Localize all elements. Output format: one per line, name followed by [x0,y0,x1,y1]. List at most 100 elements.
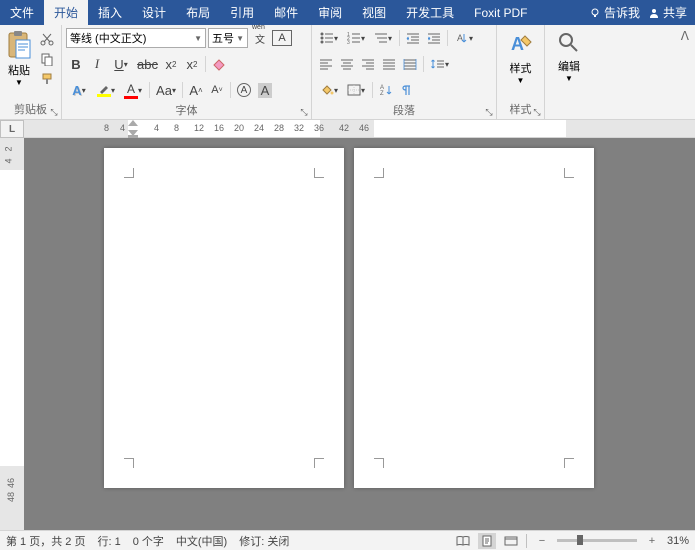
page-2[interactable] [354,148,594,488]
zoom-slider[interactable] [557,539,637,542]
tab-review[interactable]: 审阅 [308,0,352,25]
horizontal-ruler[interactable]: 8 4 4 8 12 16 20 24 28 32 36 42 46 [24,120,695,137]
distributed-button[interactable] [400,54,420,74]
ribbon: 粘贴 ▼ 剪贴板 ⤡ 等线 (中文正文)▼ 五号▼ 文wén A B I [0,25,695,120]
line-spacing-button[interactable]: ▾ [427,54,453,74]
paste-button[interactable]: 粘贴 ▼ [4,28,34,89]
numbering-button[interactable]: 123▾ [343,28,369,48]
group-editing: 编辑 ▼ [545,25,593,119]
chevron-down-icon: ▾ [361,86,365,95]
shading-button[interactable]: ▾ [316,80,342,100]
tab-home[interactable]: 开始 [44,0,88,25]
svg-text:A: A [457,33,463,43]
grow-font-button[interactable]: A˄ [186,80,206,100]
share-button[interactable]: 共享 [648,4,687,21]
tab-file[interactable]: 文件 [0,0,44,25]
clear-formatting-button[interactable] [209,54,229,74]
language-status[interactable]: 中文(中国) [176,533,227,549]
show-marks-button[interactable] [397,80,417,100]
clipboard-launcher[interactable]: ⤡ [49,107,59,117]
word-count[interactable]: 0 个字 [133,533,164,549]
crop-mark [374,458,384,468]
multilevel-icon [374,32,388,44]
copy-button[interactable] [37,50,57,68]
tab-insert[interactable]: 插入 [88,0,132,25]
editing-button[interactable]: 编辑 ▼ [554,28,584,118]
print-layout-button[interactable] [478,533,496,549]
person-icon [648,7,660,19]
web-layout-button[interactable] [502,533,520,549]
italic-button[interactable]: I [87,54,107,74]
multilevel-list-button[interactable]: ▾ [370,28,396,48]
page-1[interactable] [104,148,344,488]
font-size-select[interactable]: 五号▼ [208,28,248,48]
zoom-out-button[interactable]: − [533,533,551,549]
cut-button[interactable] [37,30,57,48]
borders-icon [347,84,361,96]
bold-button[interactable]: B [66,54,86,74]
read-mode-button[interactable] [454,533,472,549]
align-right-button[interactable] [358,54,378,74]
strikethrough-button[interactable]: abc [135,54,160,74]
crop-mark [564,458,574,468]
underline-button[interactable]: U ▾ [108,54,134,74]
zoom-level[interactable]: 31% [667,535,689,547]
tab-developer[interactable]: 开发工具 [396,0,464,25]
line-status[interactable]: 行: 1 [97,533,120,549]
paragraph-launcher[interactable]: ⤡ [484,107,494,117]
enclose-characters-button[interactable]: A [234,80,254,100]
align-justify-button[interactable] [379,54,399,74]
track-changes-status[interactable]: 修订: 关闭 [239,533,289,549]
vertical-ruler[interactable]: 2 4 4 6 8 10 12 14 16 18 20 22 24 26 28 … [0,138,24,530]
chevron-down-icon: ▾ [334,34,338,43]
tab-layout[interactable]: 布局 [176,0,220,25]
separator [447,30,448,46]
change-case-button[interactable]: Aa▾ [153,80,179,100]
tell-me-button[interactable]: 告诉我 [589,4,640,21]
tab-selector[interactable]: L [0,120,24,138]
subscript-button[interactable]: x2 [161,54,181,74]
svg-text:Z: Z [380,91,384,96]
superscript-button[interactable]: x2 [182,54,202,74]
document-canvas[interactable] [24,138,695,530]
find-icon [556,30,582,56]
bullets-button[interactable]: ▾ [316,28,342,48]
align-center-icon [340,58,354,70]
increase-indent-button[interactable] [424,28,444,48]
page-status[interactable]: 第 1 页，共 2 页 [6,533,85,549]
tab-foxit[interactable]: Foxit PDF [464,0,537,25]
format-painter-button[interactable] [37,70,57,88]
zoom-thumb[interactable] [577,535,583,545]
align-center-button[interactable] [337,54,357,74]
font-launcher[interactable]: ⤡ [299,107,309,117]
tab-mailings[interactable]: 邮件 [264,0,308,25]
asian-layout-button[interactable]: A▾ [451,28,477,48]
highlight-button[interactable]: ▾ [93,80,119,100]
styles-icon: A [507,30,535,58]
indent-marker[interactable] [128,120,138,138]
align-left-button[interactable] [316,54,336,74]
zoom-in-button[interactable]: + [643,533,661,549]
character-border-button[interactable]: A [272,30,292,46]
chevron-down-icon: ▾ [138,86,142,95]
document-area: 2 4 4 6 8 10 12 14 16 18 20 22 24 26 28 … [0,138,695,530]
phonetic-guide-button[interactable]: 文wén [250,28,270,48]
borders-button[interactable]: ▾ [343,80,369,100]
styles-launcher[interactable]: ⤡ [532,107,542,117]
decrease-indent-button[interactable] [403,28,423,48]
tab-design[interactable]: 设计 [132,0,176,25]
separator [526,534,527,548]
font-name-select[interactable]: 等线 (中文正文)▼ [66,28,206,48]
character-shading-button[interactable]: A [255,80,275,100]
chevron-down-icon: ▾ [82,86,86,95]
shrink-font-button[interactable]: A˅ [207,80,227,100]
font-color-button[interactable]: A▾ [120,80,146,100]
menu-tabs: 文件 开始 插入 设计 布局 引用 邮件 审阅 视图 开发工具 Foxit PD… [0,0,538,25]
tab-references[interactable]: 引用 [220,0,264,25]
separator [182,82,183,98]
text-effects-button[interactable]: A▾ [66,80,92,100]
sort-button[interactable]: AZ [376,80,396,100]
styles-button[interactable]: A 样式 ▼ [505,28,537,99]
collapse-ribbon-button[interactable]: ᐱ [675,25,695,119]
tab-view[interactable]: 视图 [352,0,396,25]
